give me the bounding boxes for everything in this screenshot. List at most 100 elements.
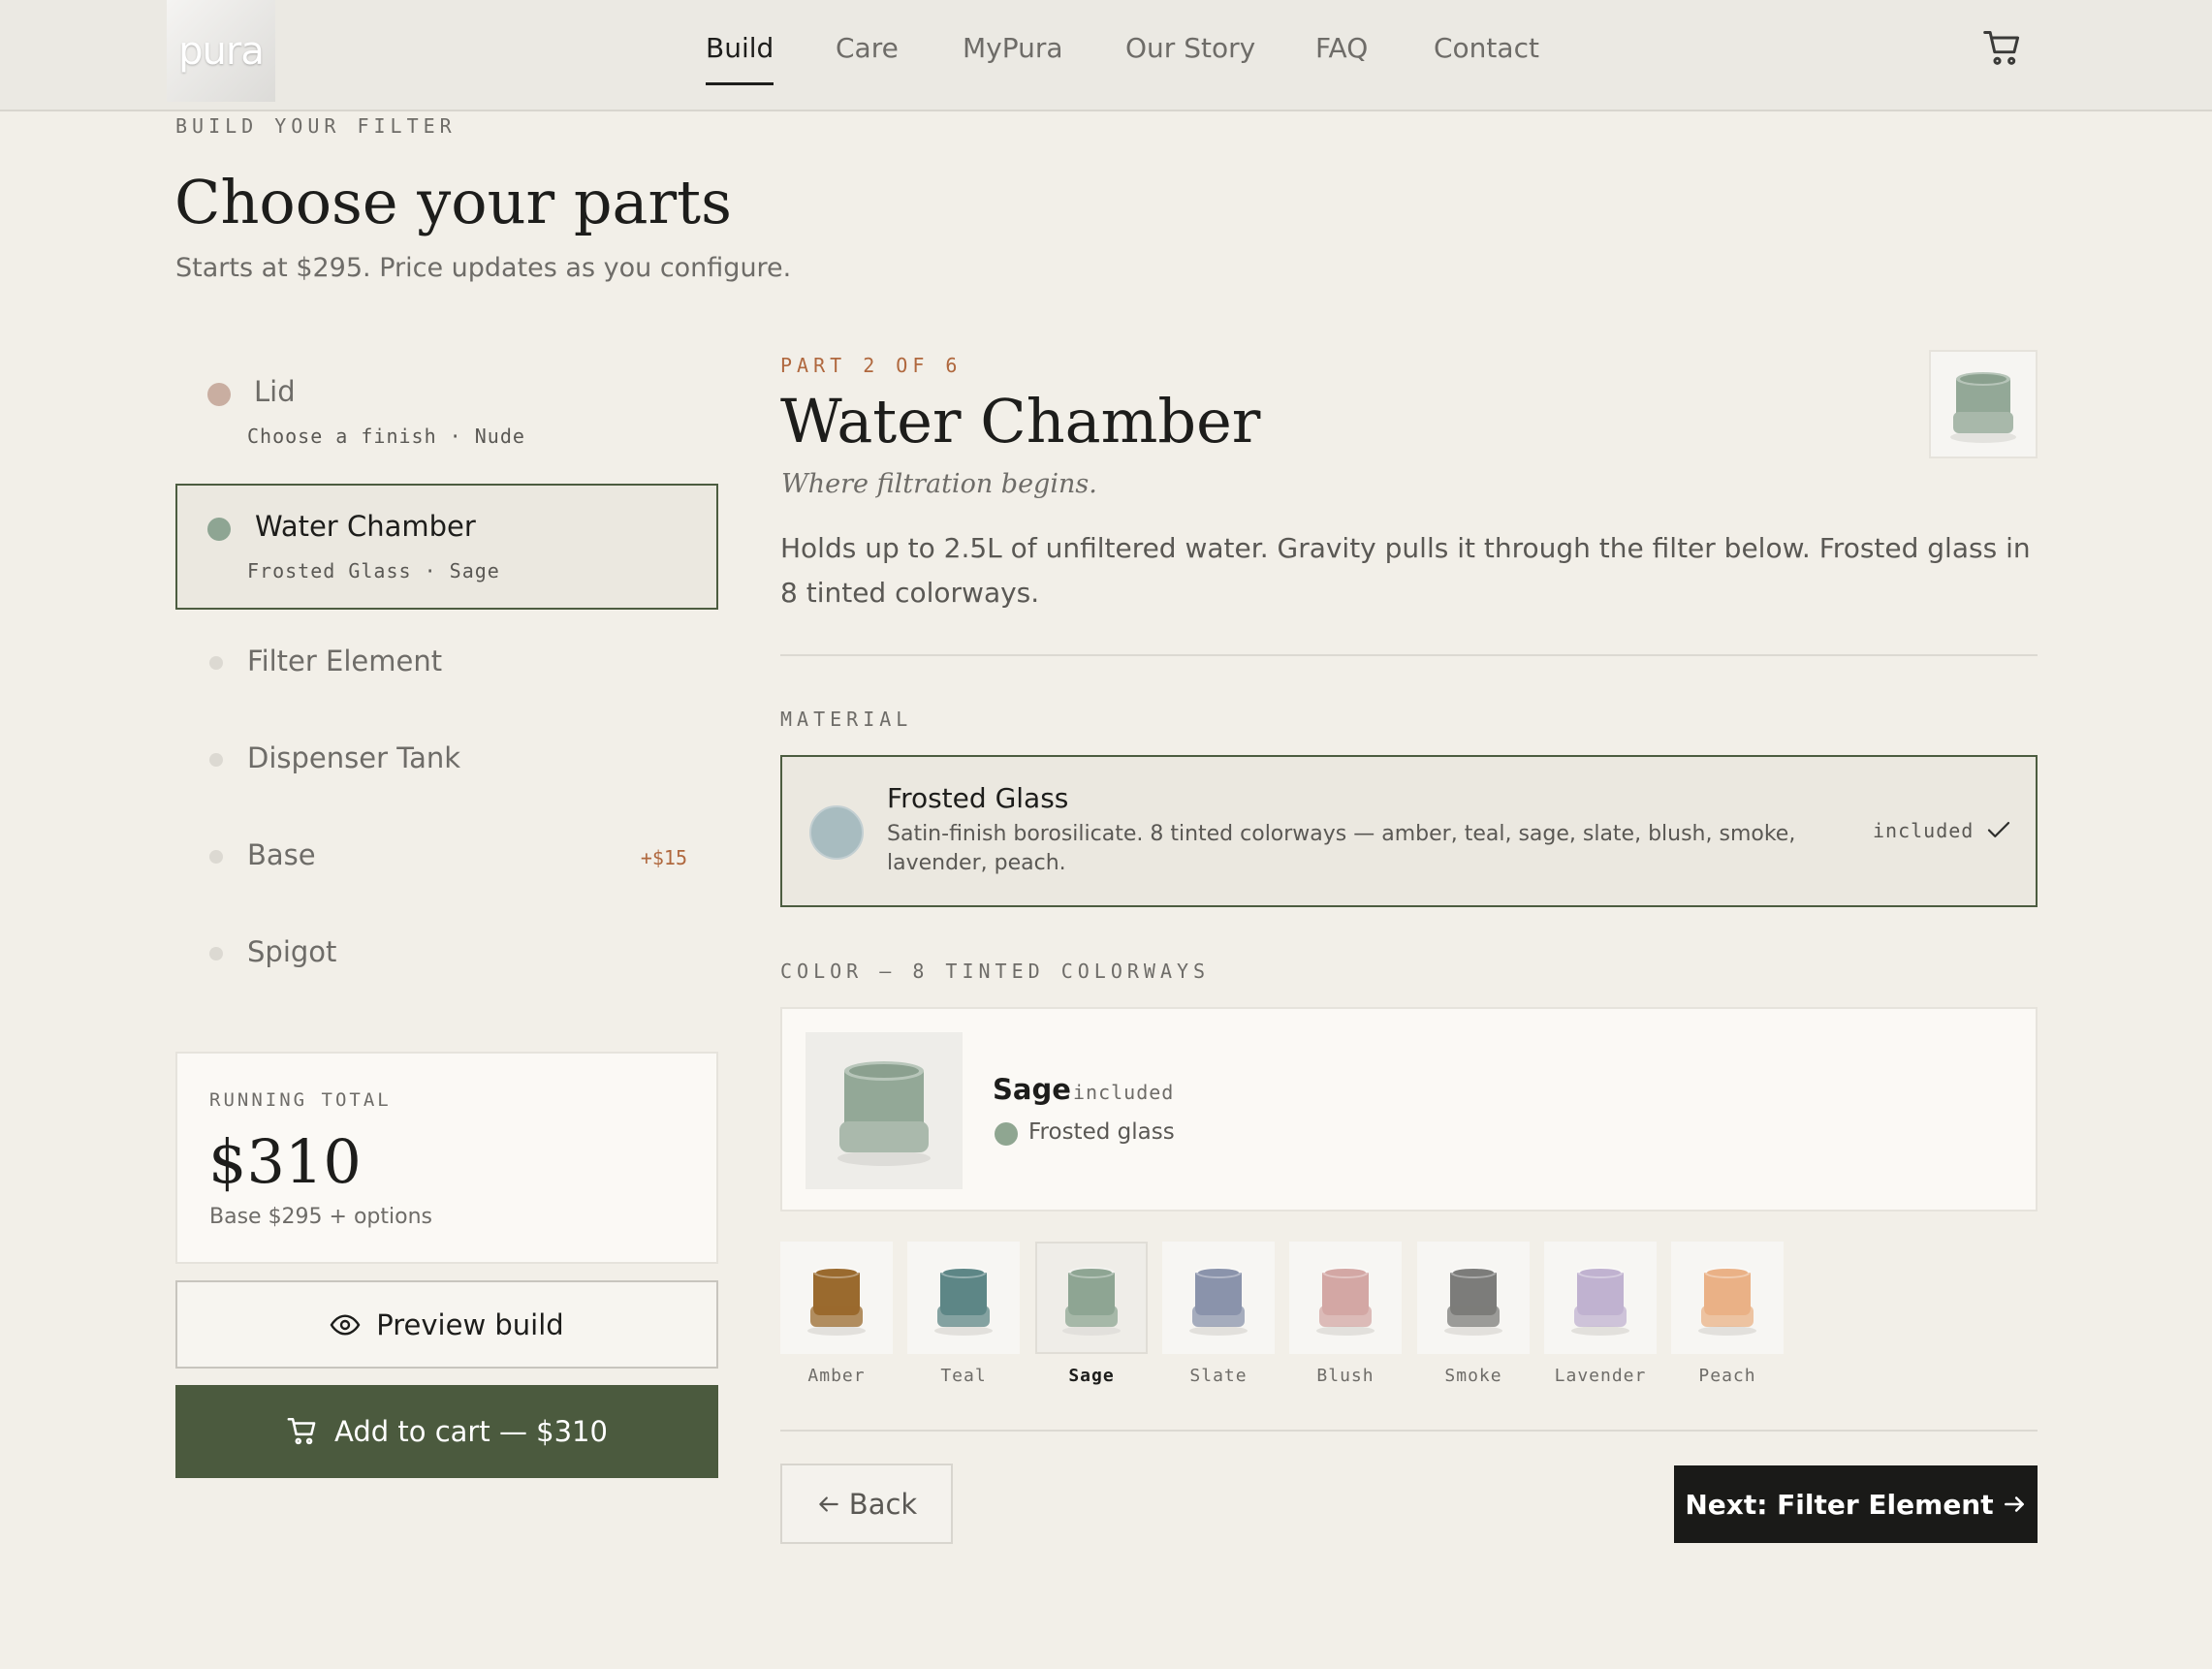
arrow-right-icon	[2004, 1496, 2024, 1512]
material-swatch	[809, 805, 864, 860]
color-swatch-lavender[interactable]: Lavender	[1544, 1242, 1657, 1386]
sage-chamber-image	[837, 1061, 931, 1166]
nav-contact[interactable]: Contact	[1434, 29, 1539, 85]
preview-build-button[interactable]: Preview build	[175, 1280, 718, 1369]
material-option-frosted-glass[interactable]: Frosted Glass Satin-finish borosilicate.…	[780, 755, 2038, 907]
page-subtitle: Starts at $295. Price updates as you con…	[175, 253, 792, 283]
part-summary: Choose a finish · Nude	[247, 425, 525, 448]
main-nav: Build Care MyPura Our Story FAQ Contact	[0, 0, 2212, 111]
part-step-filter-element[interactable]: Filter Element	[175, 640, 718, 686]
back-label: Back	[848, 1487, 918, 1521]
eye-icon	[330, 1313, 361, 1336]
swatch-label: Lavender	[1554, 1366, 1647, 1386]
part-summary: Frosted Glass · Sage	[247, 559, 500, 583]
nav-build[interactable]: Build	[706, 29, 774, 85]
selected-color-material: Frosted glass	[1028, 1119, 1175, 1145]
part-title: Water Chamber	[780, 386, 1261, 457]
lid-status-dot	[207, 383, 231, 406]
swatch-chamber-image	[1571, 1267, 1629, 1336]
add-to-cart-button[interactable]: Add to cart — $310	[175, 1385, 718, 1478]
site-header: pura Build Care MyPura Our Story FAQ Con…	[0, 0, 2212, 111]
spigot-status-dot	[209, 947, 223, 960]
selected-color-included: included	[1073, 1081, 1175, 1104]
part-name: Dispenser Tank	[247, 741, 461, 774]
part-step-base[interactable]: Base +$15	[175, 834, 718, 880]
color-swatch-peach[interactable]: Peach	[1671, 1242, 1784, 1386]
material-section-label: MATERIAL	[780, 708, 913, 731]
swatch-chamber-image	[1444, 1267, 1502, 1336]
add-to-cart-label: Add to cart — $310	[334, 1415, 608, 1448]
swatch-tile	[1035, 1242, 1148, 1354]
filter-element-status-dot	[209, 656, 223, 670]
part-step-water-chamber[interactable]: Water Chamber Frosted Glass · Sage	[175, 484, 718, 610]
running-total-value: $310	[208, 1126, 362, 1197]
swatch-chamber-image	[1316, 1267, 1375, 1336]
check-icon	[1987, 822, 2010, 837]
color-swatch-amber[interactable]: Amber	[780, 1242, 893, 1386]
part-upcharge: +$15	[640, 846, 687, 869]
running-total-card: RUNNING TOTAL $310 Base $295 + options	[175, 1052, 718, 1264]
part-step-dispenser-tank[interactable]: Dispenser Tank	[175, 737, 718, 783]
color-swatch-teal[interactable]: Teal	[907, 1242, 1020, 1386]
water-chamber-thumbnail-image	[1950, 372, 2016, 443]
part-step-spigot[interactable]: Spigot	[175, 930, 718, 977]
part-name: Base	[247, 838, 316, 871]
base-status-dot	[209, 850, 223, 864]
part-name: Lid	[254, 375, 296, 408]
nav-care[interactable]: Care	[836, 29, 899, 85]
material-name: Frosted Glass	[887, 782, 1069, 814]
divider	[780, 1430, 2038, 1432]
selected-color-card: Sage included Frosted glass	[780, 1007, 2038, 1212]
cart-icon[interactable]	[1981, 27, 2024, 70]
part-description: Holds up to 2.5L of unfiltered water. Gr…	[780, 532, 2031, 609]
running-total-label: RUNNING TOTAL	[209, 1089, 392, 1111]
swatch-chamber-image	[1062, 1267, 1121, 1336]
color-section-label: COLOR — 8 TINTED COLORWAYS	[780, 960, 1211, 983]
nav-our-story[interactable]: Our Story	[1125, 29, 1255, 85]
swatch-tile	[1289, 1242, 1402, 1354]
swatch-label: Slate	[1189, 1366, 1248, 1386]
swatch-label: Peach	[1698, 1366, 1756, 1386]
material-description: Satin-finish borosilicate. 8 tinted colo…	[887, 822, 1796, 875]
swatch-chamber-image	[1698, 1267, 1756, 1336]
selected-color-preview	[806, 1032, 963, 1189]
preview-build-label: Preview build	[376, 1307, 564, 1341]
swatch-tile	[780, 1242, 893, 1354]
swatch-label: Sage	[1068, 1366, 1115, 1386]
cart-icon	[287, 1417, 316, 1445]
swatch-label: Amber	[807, 1366, 866, 1386]
swatch-tile	[907, 1242, 1020, 1354]
swatch-chamber-image	[1189, 1267, 1248, 1336]
color-swatch-blush[interactable]: Blush	[1289, 1242, 1402, 1386]
part-progress: PART 2 OF 6	[780, 354, 963, 377]
color-swatch-sage[interactable]: Sage	[1035, 1242, 1148, 1386]
divider	[780, 654, 2038, 656]
part-name: Spigot	[247, 935, 337, 968]
nav-faq[interactable]: FAQ	[1315, 29, 1368, 85]
swatch-chamber-image	[934, 1267, 993, 1336]
next-label: Next: Filter Element	[1685, 1488, 1994, 1521]
arrow-left-icon	[819, 1496, 838, 1512]
material-included-badge: included	[1873, 819, 1975, 842]
part-step-lid[interactable]: Lid Choose a finish · Nude	[175, 354, 718, 465]
selected-color-dot	[995, 1122, 1018, 1146]
build-eyebrow: BUILD YOUR FILTER	[175, 114, 457, 138]
swatch-chamber-image	[807, 1267, 866, 1336]
swatch-tile	[1544, 1242, 1657, 1354]
swatch-label: Teal	[940, 1366, 987, 1386]
part-name: Filter Element	[247, 645, 443, 677]
swatch-label: Blush	[1316, 1366, 1375, 1386]
running-total-note: Base $295 + options	[209, 1205, 433, 1229]
part-tagline: Where filtration begins.	[781, 469, 1097, 499]
dispenser-tank-status-dot	[209, 753, 223, 767]
back-button[interactable]: Back	[780, 1464, 953, 1544]
next-step-button[interactable]: Next: Filter Element	[1674, 1465, 2038, 1543]
water-chamber-status-dot	[207, 518, 231, 541]
part-thumbnail	[1929, 350, 2038, 458]
selected-color-name: Sage	[993, 1073, 1071, 1106]
color-swatch-smoke[interactable]: Smoke	[1417, 1242, 1530, 1386]
swatch-tile	[1671, 1242, 1784, 1354]
nav-mypura[interactable]: MyPura	[963, 29, 1063, 85]
swatch-tile	[1162, 1242, 1275, 1354]
color-swatch-slate[interactable]: Slate	[1162, 1242, 1275, 1386]
